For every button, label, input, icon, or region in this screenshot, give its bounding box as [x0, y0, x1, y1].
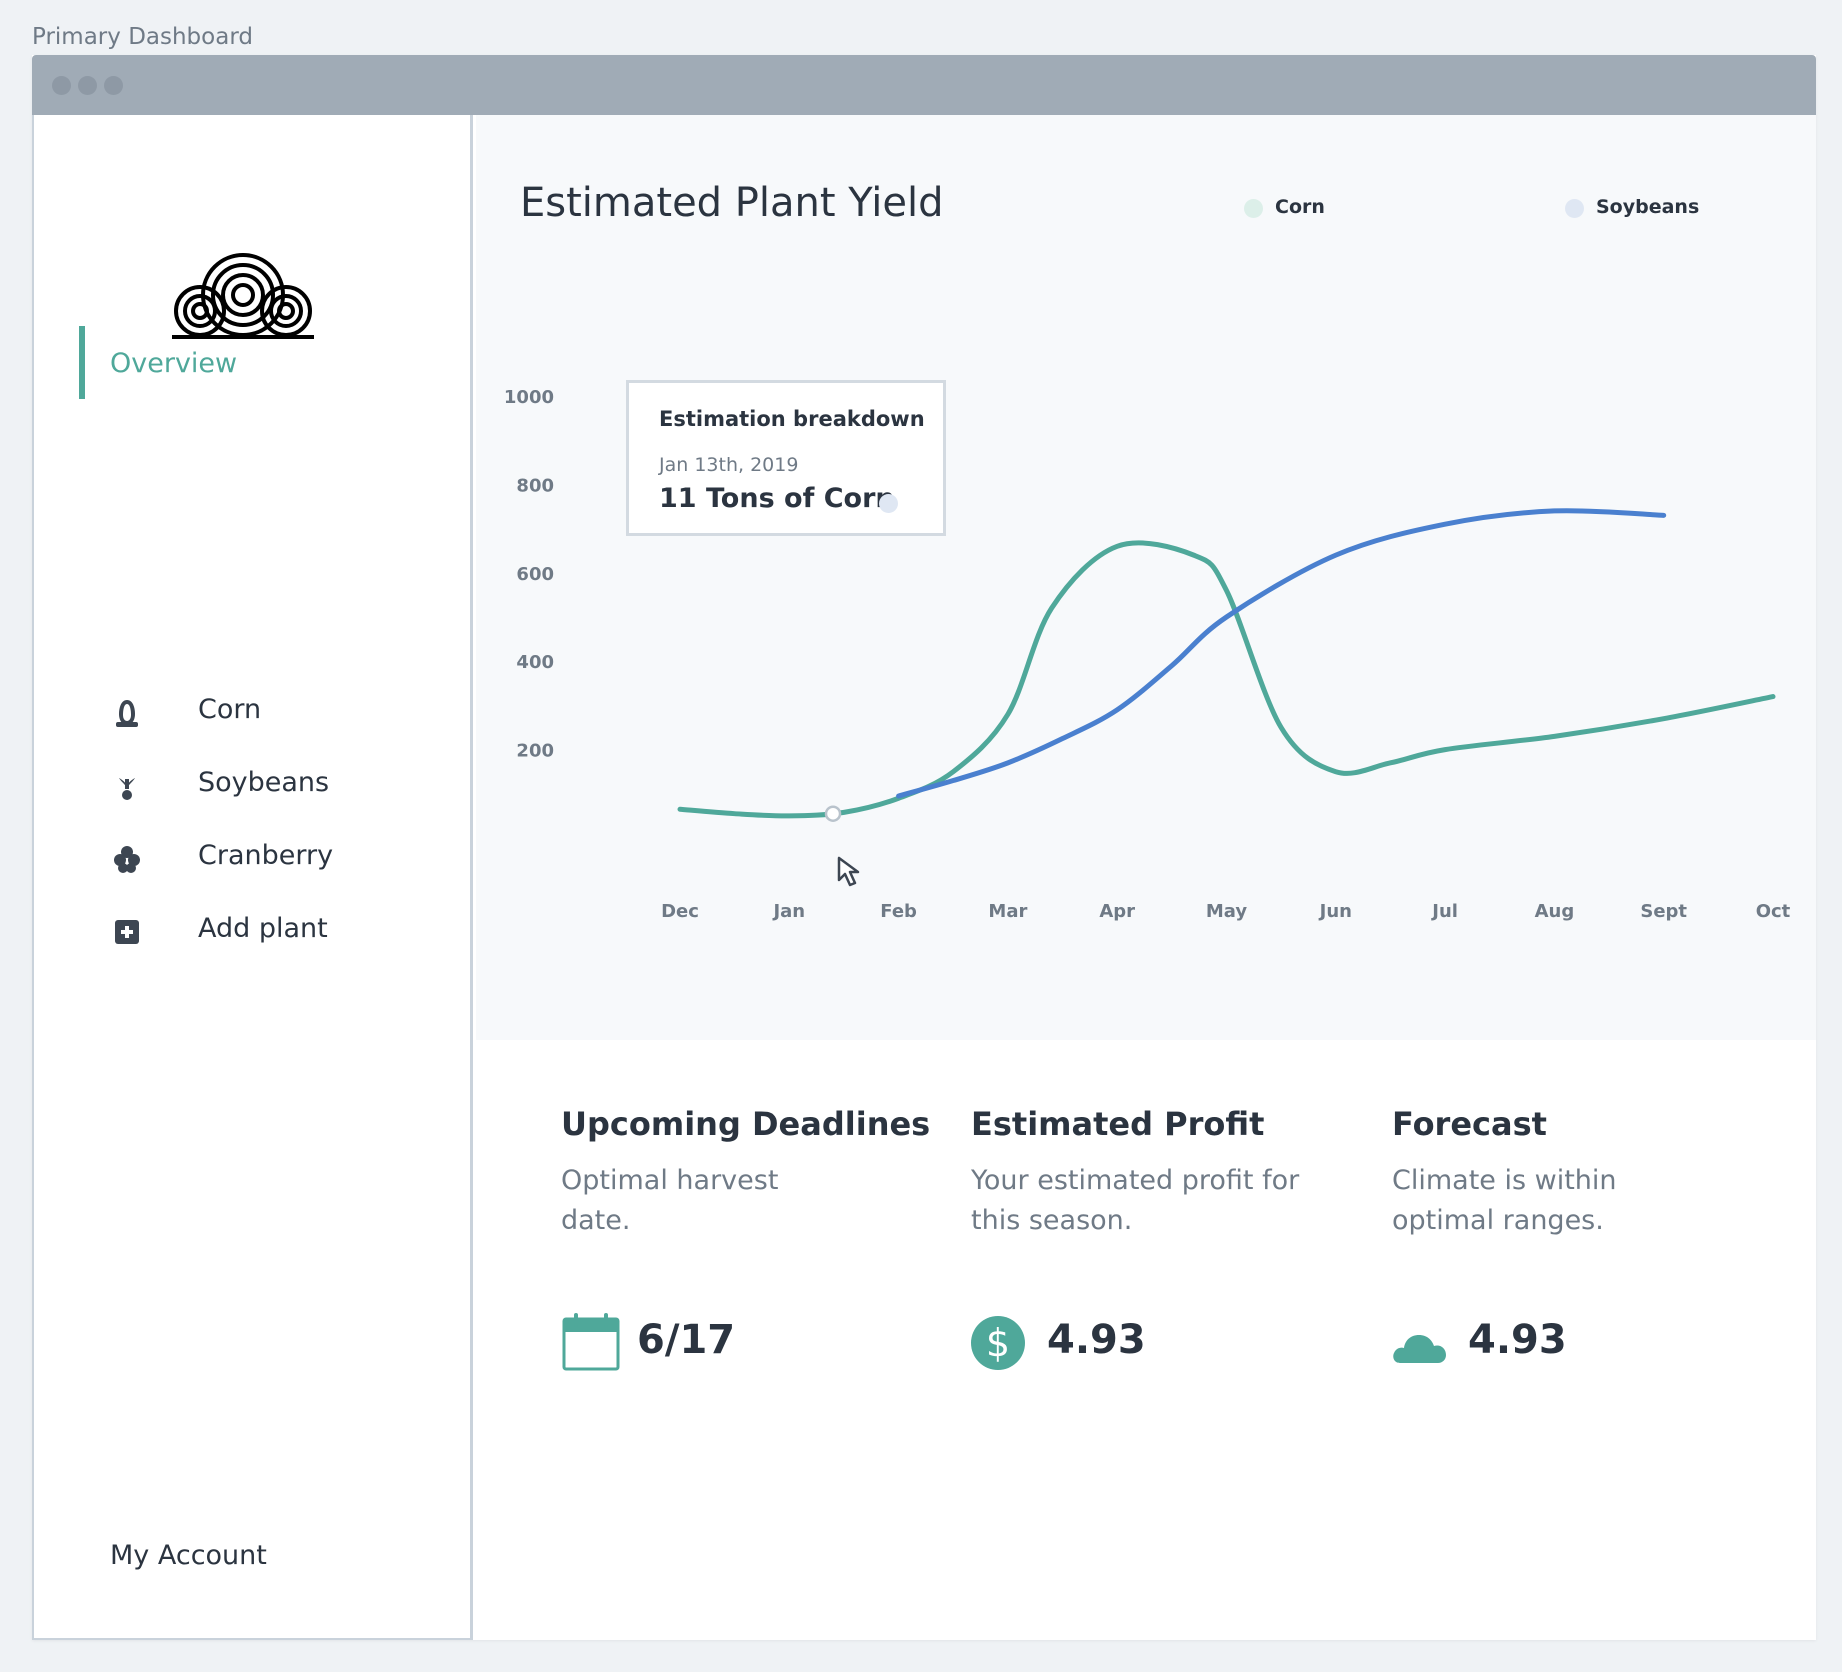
cranberry-icon — [114, 846, 140, 873]
x-tick-label: May — [1206, 901, 1248, 922]
tooltip-date: Jan 13th, 2019 — [659, 454, 799, 476]
window-titlebar — [32, 55, 1816, 115]
overview-active-indicator — [79, 326, 85, 399]
yield-line-chart: 1000 800 600 400 200 Dec Jan Feb Mar Apr May Jun Jul… — [504, 387, 1791, 922]
x-tick-label: Sept — [1640, 901, 1687, 922]
card-description: Your estimated profit for this season. — [971, 1165, 1300, 1236]
card-stat: $ 4.93 — [971, 1313, 1331, 1373]
soybean-icon — [119, 778, 135, 800]
y-tick-label: 800 — [516, 475, 554, 496]
sidebar-item-label: Add plant — [198, 913, 328, 944]
window-minimize-dot[interactable] — [78, 76, 97, 95]
yield-chart-panel: Estimated Plant Yield Corn Soybeans 1000… — [476, 115, 1816, 1040]
card-value: 4.93 — [1047, 1317, 1146, 1363]
x-tick-label: Jul — [1430, 901, 1458, 922]
app-window: Overview Corn Soybeans Cranberry Add pla… — [32, 55, 1816, 1640]
tooltip-value: 11 Tons of Corn — [659, 483, 895, 514]
card-stat: 4.93 — [1392, 1313, 1752, 1373]
x-tick-label: Oct — [1756, 901, 1791, 922]
card-forecast: Forecast Climate is within optimal range… — [1392, 1105, 1752, 1363]
card-value: 6/17 — [637, 1317, 736, 1363]
cloud-icon — [1393, 1335, 1446, 1363]
card-title: Upcoming Deadlines — [561, 1105, 931, 1143]
y-tick-label: 600 — [516, 564, 554, 585]
sidebar-item-label: Cranberry — [198, 840, 334, 871]
y-tick-label: 200 — [516, 741, 554, 762]
page-caption: Primary Dashboard — [32, 24, 253, 50]
estimation-tooltip: Estimation breakdown Jan 13th, 2019 11 T… — [626, 380, 946, 536]
my-account-link[interactable]: My Account — [110, 1540, 267, 1571]
window-maximize-dot[interactable] — [104, 76, 123, 95]
add-plant-icon — [115, 920, 139, 944]
card-value: 4.93 — [1468, 1317, 1567, 1363]
window-close-dot[interactable] — [52, 76, 71, 95]
y-tick-label: 400 — [516, 652, 554, 673]
tooltip-series-dot — [879, 494, 898, 513]
nav-overview[interactable]: Overview — [110, 348, 237, 379]
x-tick-label: Jun — [1318, 901, 1352, 922]
sidebar: Overview Corn Soybeans Cranberry Add pla… — [32, 115, 473, 1640]
series-line-corn — [677, 540, 1776, 819]
card-title: Estimated Profit — [971, 1105, 1265, 1143]
sidebar-item-label: Corn — [198, 694, 262, 725]
card-upcoming-deadlines: Upcoming Deadlines Optimal harvest date.… — [561, 1105, 931, 1371]
x-tick-label: Dec — [661, 901, 699, 922]
x-tick-label: Mar — [988, 901, 1027, 922]
x-tick-label: Aug — [1535, 901, 1575, 922]
calendar-icon — [562, 1313, 620, 1371]
card-description: Climate is within optimal ranges. — [1392, 1165, 1617, 1236]
y-tick-label: 1000 — [504, 387, 554, 408]
x-tick-label: Apr — [1099, 901, 1135, 922]
dollar-icon: $ — [971, 1316, 1025, 1370]
swirl-cloud-logo — [172, 253, 314, 339]
sidebar-item-label: Soybeans — [198, 767, 330, 798]
card-description: Optimal harvest date. — [561, 1165, 779, 1236]
series-line-soybeans — [896, 508, 1667, 799]
x-tick-label: Jan — [771, 901, 805, 922]
corn-highlight-point — [824, 805, 842, 822]
corn-icon — [116, 700, 138, 727]
x-tick-label: Feb — [880, 901, 917, 922]
card-stat: 6/17 — [561, 1313, 921, 1373]
mouse-pointer-icon — [837, 856, 860, 887]
svg-text:$: $ — [986, 1321, 1010, 1365]
card-estimated-profit: Estimated Profit Your estimated profit f… — [971, 1105, 1331, 1370]
tooltip-title: Estimation breakdown — [659, 407, 925, 431]
card-title: Forecast — [1392, 1105, 1547, 1143]
